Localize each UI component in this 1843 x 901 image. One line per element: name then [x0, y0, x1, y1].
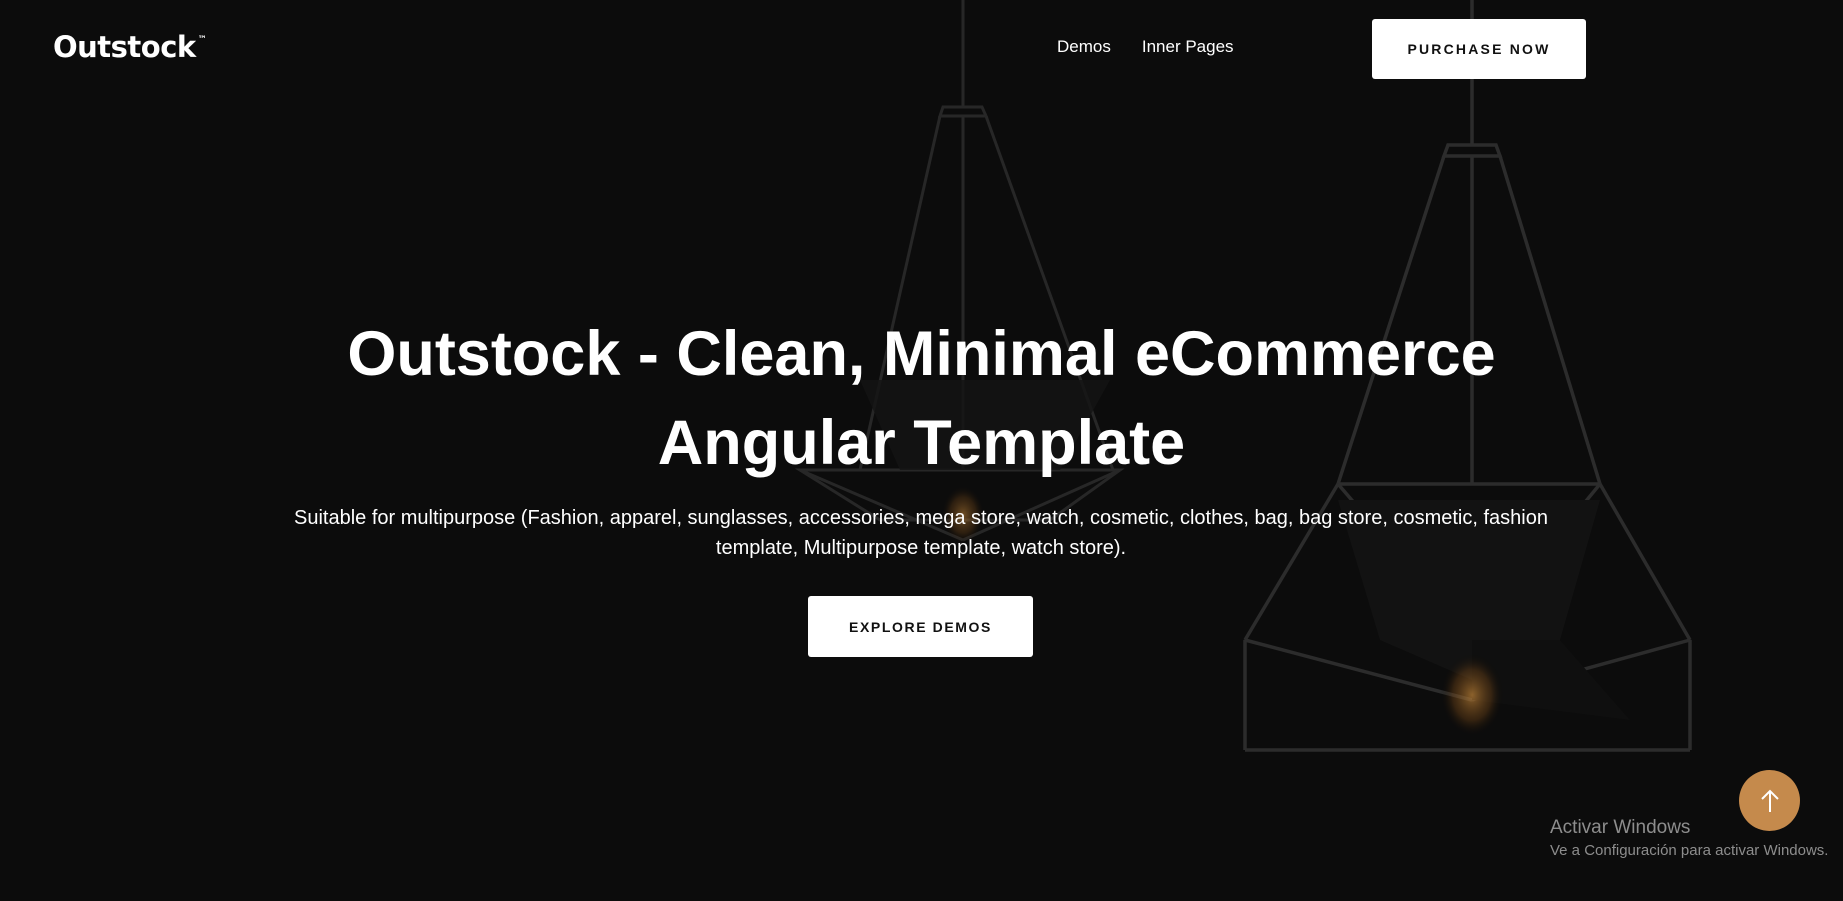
- site-logo[interactable]: Outstock ™: [53, 30, 207, 64]
- nav-demos-link[interactable]: Demos: [1057, 37, 1111, 57]
- purchase-now-button[interactable]: PURCHASE NOW: [1372, 19, 1586, 79]
- hero-title-line-1: Outstock - Clean, Minimal eCommerce: [347, 319, 1496, 389]
- trademark-mark: ™: [197, 35, 207, 45]
- main-nav: Demos Inner Pages: [1057, 37, 1234, 57]
- nav-inner-pages-link[interactable]: Inner Pages: [1142, 37, 1234, 57]
- watermark-subtitle: Ve a Configuración para activar Windows.: [1550, 842, 1829, 859]
- landing-page: Outstock ™ Demos Inner Pages PURCHASE NOW…: [0, 0, 1843, 901]
- arrow-up-icon: [1760, 789, 1779, 812]
- hero-subtitle: Suitable for multipurpose (Fashion, appa…: [294, 507, 1548, 559]
- explore-demos-button[interactable]: EXPLORE DEMOS: [808, 596, 1033, 657]
- hero-title-line-2: Angular Template: [657, 408, 1186, 478]
- logo-text: Outstock: [53, 30, 196, 64]
- windows-activation-watermark: Activar Windows Ve a Configuración para …: [1550, 816, 1828, 862]
- hero-title: Outstock - Clean, Minimal eCommerce Angu…: [0, 310, 1843, 488]
- watermark-title: Activar Windows: [1550, 817, 1691, 838]
